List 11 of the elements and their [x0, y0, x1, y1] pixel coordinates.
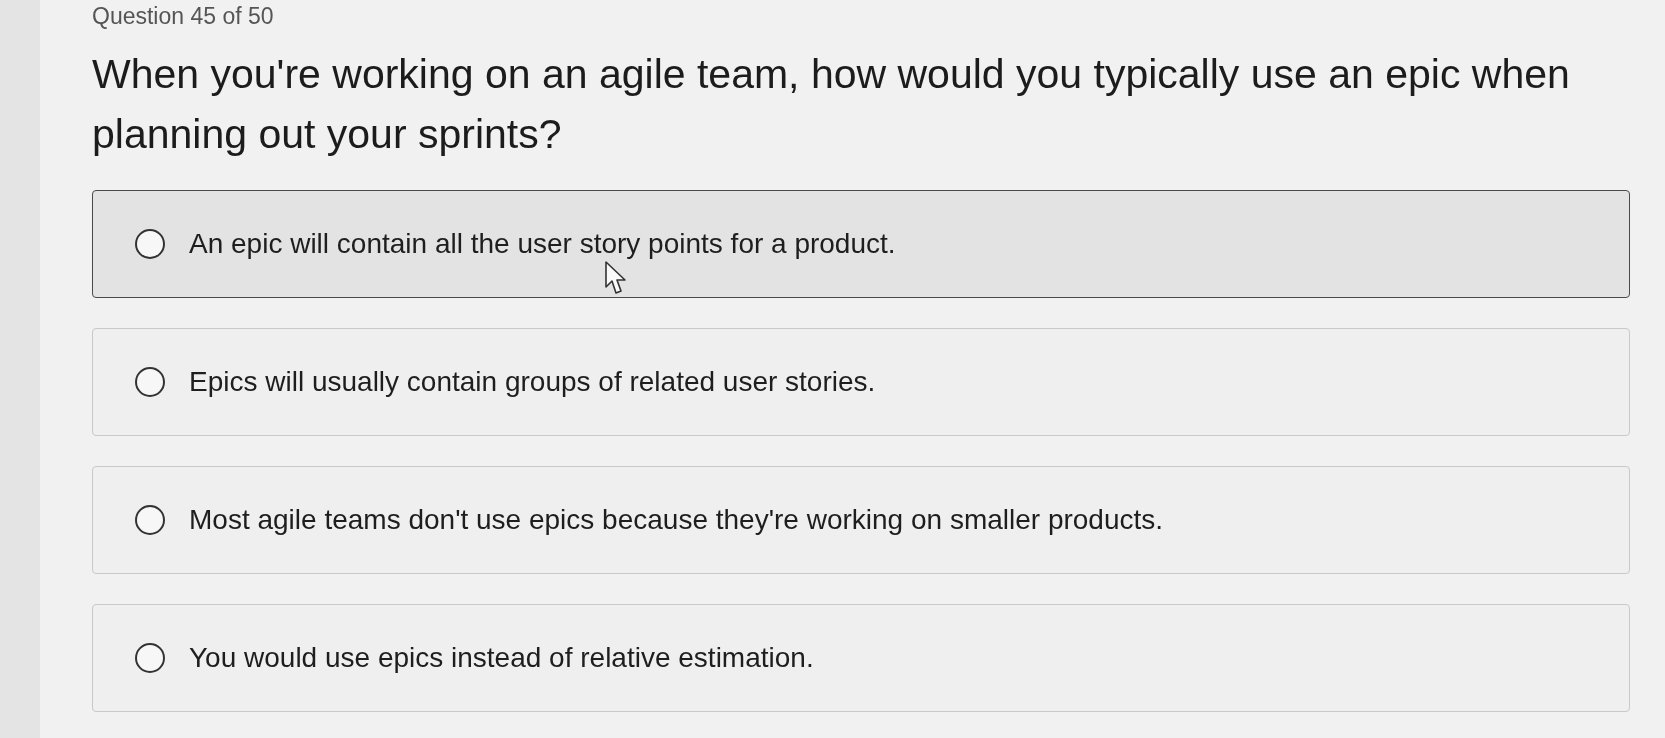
- radio-button[interactable]: [135, 229, 165, 259]
- radio-button[interactable]: [135, 643, 165, 673]
- option-text: Most agile teams don't use epics because they're working on smaller products.: [189, 504, 1164, 536]
- option-text: Epics will usually contain groups of related user stories.: [189, 366, 876, 398]
- radio-button[interactable]: [135, 367, 165, 397]
- radio-button[interactable]: [135, 505, 165, 535]
- question-text: When you're working on an agile team, how would you typically use an epic when planning out your sprints?: [92, 50, 1571, 159]
- option-text: You would use epics instead of relative estimation.: [189, 642, 814, 674]
- option-text: An epic will contain all the user story points for a product.: [189, 228, 896, 260]
- question-counter: Question 45 of 50: [92, 2, 275, 30]
- cursor-icon: [605, 261, 627, 295]
